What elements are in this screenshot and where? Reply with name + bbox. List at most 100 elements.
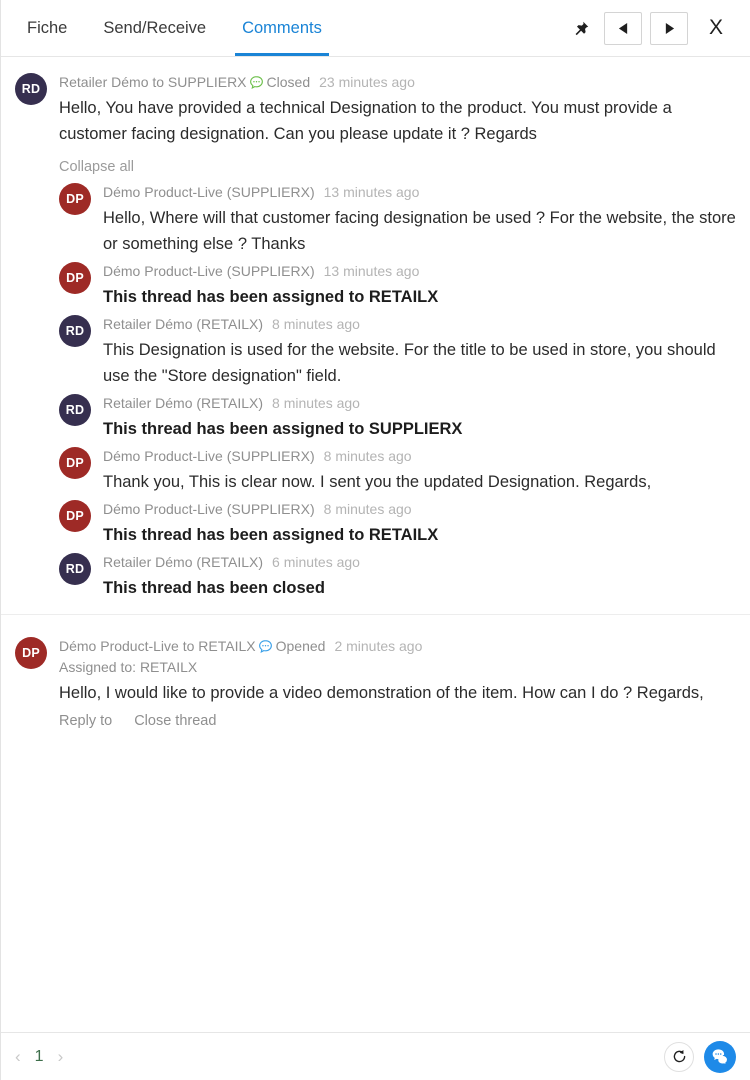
message-text: Hello, You have provided a technical Des… [59,99,672,143]
tab-fiche-label: Fiche [27,18,68,37]
message-time: 23 minutes ago [319,74,415,90]
avatar: DP [15,637,47,669]
tab-bar: Fiche Send/Receive Comments [9,0,340,56]
pagination-prev-button[interactable]: ‹ [15,1048,21,1065]
reply-message: DP Démo Product-Live (SUPPLIERX) 13 minu… [59,181,736,260]
message-meta: Démo Product-Live (SUPPLIERX) 8 minutes … [103,498,736,520]
message-time: 13 minutes ago [323,184,420,200]
panel-footer: ‹ 1 › [1,1032,750,1080]
next-record-button[interactable] [650,11,688,45]
triangle-left-icon [618,22,627,34]
new-comment-button[interactable] [704,1040,736,1073]
avatar-initials: DP [66,509,84,523]
reply-message: RD Retailer Démo (RETAILX) 8 minutes ago… [59,313,736,392]
footer-actions [664,1040,736,1073]
chat-bubble-blue-icon [258,639,272,653]
header-actions: X [566,0,742,56]
triangle-right-icon [665,22,674,34]
message-body: Retailer Démo (RETAILX) 6 minutes ago Th… [91,551,736,604]
thread-replies: DP Démo Product-Live (SUPPLIERX) 13 minu… [59,181,736,604]
message-meta: Retailer Démo (RETAILX) 6 minutes ago [103,551,736,573]
thread-actions: Reply to Close thread [59,709,736,729]
message-body: Retailer Démo (RETAILX) 8 minutes ago Th… [91,313,736,392]
message-author: Retailer Démo (RETAILX) [103,316,264,332]
reply-message: DP Démo Product-Live (SUPPLIERX) 13 minu… [59,260,736,313]
avatar-initials: RD [65,562,85,576]
refresh-icon [673,1049,685,1063]
message-text: Hello, Where will that customer facing d… [103,209,736,253]
avatar: DP [59,500,91,532]
tab-comments-label: Comments [242,18,322,37]
message-text: This thread has been assigned to RETAILX [103,288,439,306]
comments-panel: Fiche Send/Receive Comments X RD Retaile… [0,0,750,1080]
message-meta: Retailer Démo to SUPPLIERX Closed 23 min… [59,71,736,93]
tab-comments[interactable]: Comments [224,0,340,56]
close-panel-button[interactable]: X [700,12,732,44]
pagination-next-button[interactable]: › [58,1048,64,1065]
message-text: Hello, I would like to provide a video d… [59,684,704,702]
avatar: RD [59,553,91,585]
avatar-initials: DP [22,646,40,660]
close-icon: X [708,16,723,39]
refresh-button[interactable] [664,1041,694,1072]
chat-bubbles-icon [712,1048,728,1065]
message-body: Retailer Démo (RETAILX) 8 minutes ago Th… [91,392,736,445]
panel-header: Fiche Send/Receive Comments X [1,0,750,57]
avatar-initials: RD [65,403,85,417]
tab-send-receive-label: Send/Receive [103,18,207,37]
avatar: RD [15,73,47,105]
pin-icon [575,21,588,35]
status-label: Closed [266,74,311,90]
status-badge: Closed [249,71,311,93]
reply-message: RD Retailer Démo (RETAILX) 6 minutes ago… [59,551,736,604]
message-meta: Démo Product-Live (SUPPLIERX) 8 minutes … [103,445,736,467]
message-meta: Démo Product-Live (SUPPLIERX) 13 minutes… [103,260,736,282]
message-time: 8 minutes ago [323,501,412,517]
message-author: Retailer Démo (RETAILX) [103,554,264,570]
status-badge: Opened [258,635,326,657]
message-author: Démo Product-Live (SUPPLIERX) [103,501,315,517]
message-text: Thank you, This is clear now. I sent you… [103,473,652,491]
reply-message: DP Démo Product-Live (SUPPLIERX) 8 minut… [59,445,736,498]
status-label: Opened [275,638,326,654]
tab-fiche[interactable]: Fiche [9,0,85,56]
pagination: ‹ 1 › [15,1048,63,1066]
message-author: Démo Product-Live (SUPPLIERX) [103,263,315,279]
reply-message: RD Retailer Démo (RETAILX) 8 minutes ago… [59,392,736,445]
previous-record-button[interactable] [604,11,642,45]
message-body: Démo Product-Live (SUPPLIERX) 8 minutes … [91,445,736,498]
message-text: This thread has been assigned to SUPPLIE… [103,420,463,438]
thread-opened: DP Démo Product-Live to RETAILX Opened 2… [1,614,750,741]
avatar: RD [59,315,91,347]
message-time: 8 minutes ago [272,395,360,411]
message-time: 8 minutes ago [323,448,412,464]
chat-bubble-green-icon [249,75,263,89]
message-text: This Designation is used for the website… [103,341,716,385]
reply-to-link[interactable]: Reply to [59,713,112,729]
comments-body: RD Retailer Démo to SUPPLIERX Closed 23 … [1,57,750,1032]
avatar: DP [59,447,91,479]
reply-message: DP Démo Product-Live (SUPPLIERX) 8 minut… [59,498,736,551]
thread-closed: RD Retailer Démo to SUPPLIERX Closed 23 … [1,57,750,614]
message-body: Démo Product-Live (SUPPLIERX) 8 minutes … [91,498,736,551]
avatar-initials: RD [21,82,41,96]
message-time: 13 minutes ago [323,263,420,279]
message-body: Démo Product-Live to RETAILX Opened 2 mi… [47,635,736,729]
pin-button[interactable] [566,13,596,43]
message-meta: Retailer Démo (RETAILX) 8 minutes ago [103,392,736,414]
message-time: 6 minutes ago [272,554,360,570]
collapse-all-link[interactable]: Collapse all [59,159,736,175]
message-meta: Démo Product-Live to RETAILX Opened 2 mi… [59,635,736,657]
avatar-initials: DP [66,271,84,285]
thread-root-message: RD Retailer Démo to SUPPLIERX Closed 23 … [15,71,736,150]
avatar: DP [59,262,91,294]
tab-send-receive[interactable]: Send/Receive [85,0,224,56]
message-author: Démo Product-Live (SUPPLIERX) [103,448,315,464]
avatar-initials: RD [65,324,85,338]
assigned-to-label: Assigned to: RETAILX [59,659,198,675]
message-meta: Démo Product-Live (SUPPLIERX) 13 minutes… [103,181,736,203]
message-body: Retailer Démo to SUPPLIERX Closed 23 min… [47,71,736,150]
message-meta: Retailer Démo (RETAILX) 8 minutes ago [103,313,736,335]
pagination-page-1[interactable]: 1 [35,1048,44,1066]
close-thread-link[interactable]: Close thread [134,713,216,729]
